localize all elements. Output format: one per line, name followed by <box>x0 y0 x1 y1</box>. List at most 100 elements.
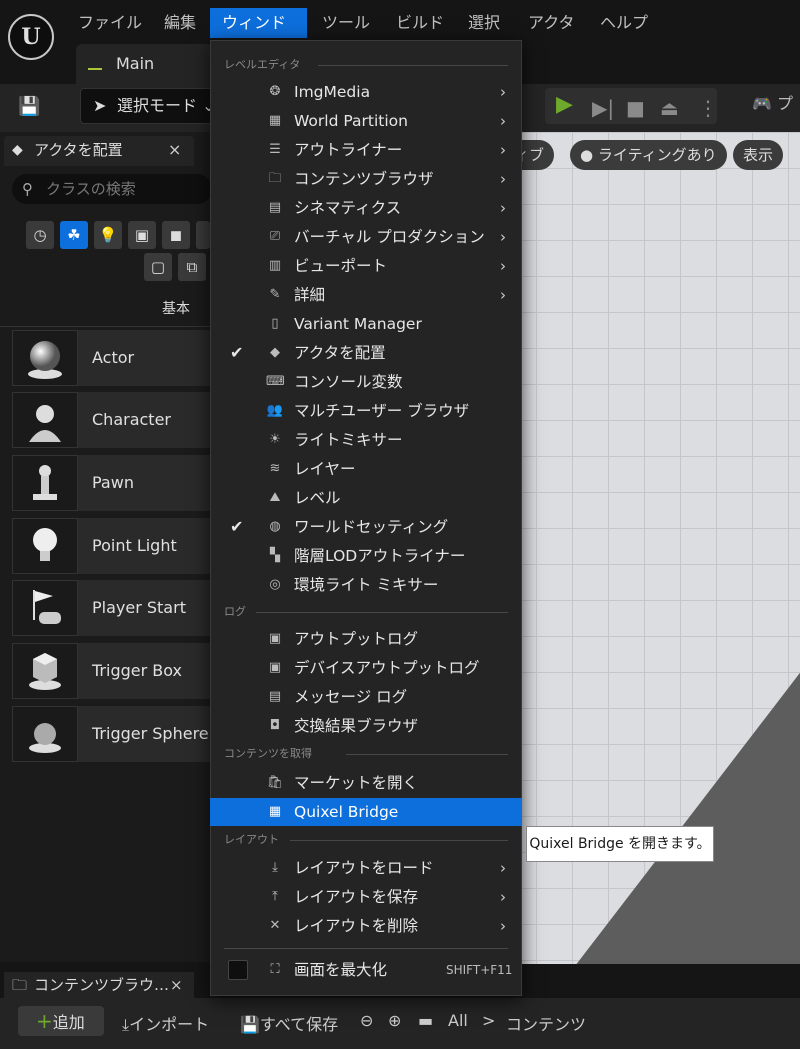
chevron-right-icon: › <box>500 228 506 246</box>
section-level-editor: レベルエディタ <box>224 58 301 71</box>
actor-label: Actor <box>92 348 135 367</box>
path-content[interactable]: コンテンツ <box>506 1011 586 1035</box>
basic-category-icon[interactable]: ☘ <box>60 221 88 249</box>
import-button[interactable]: ⤓インポート <box>122 1011 209 1035</box>
character-icon <box>12 392 78 448</box>
menu-item-virtual-production[interactable]: ⎚ バーチャル プロダクション › <box>210 223 522 251</box>
menu-item-label: 環境ライト ミキサー <box>294 576 439 594</box>
menu-item-message-log[interactable]: ▤ メッセージ ログ <box>210 683 522 711</box>
geometry-category-icon[interactable] <box>196 221 210 249</box>
hlod-icon: ▚ <box>270 548 280 563</box>
layout-load-icon: ⤓ <box>272 860 278 875</box>
menu-item-env-light-mixer[interactable]: ◎ 環境ライト ミキサー <box>210 571 522 599</box>
pawn-icon <box>12 455 78 511</box>
menu-item-console-variables[interactable]: ⌨ コンソール変数 <box>210 368 522 396</box>
menu-item-save-layout[interactable]: ⤒ レイアウトを保存 › <box>210 883 522 911</box>
lighting-mode-chip[interactable]: ● ライティングあり <box>570 140 727 170</box>
menu-item-open-marketplace[interactable]: 🛍 マーケットを開く <box>210 769 522 797</box>
show-chip[interactable]: 表示 <box>733 140 784 170</box>
menu-item-remove-layout[interactable]: ✕ レイアウトを削除 › <box>210 912 522 940</box>
forward-icon[interactable]: ⊕ <box>388 1011 401 1030</box>
platforms-button[interactable]: 🎮 プ <box>752 90 793 114</box>
save-all-button[interactable]: 💾すべて保存 <box>240 1011 338 1035</box>
content-browser-tab-label: コンテンツブラウ… <box>34 976 170 994</box>
actor-item-pawn[interactable]: Pawn <box>12 455 212 511</box>
menu-item-content-browser[interactable]: 🗀 コンテンツブラウザ › <box>210 165 522 193</box>
close-icon[interactable]: × <box>168 136 181 164</box>
place-actors-tab[interactable]: ◆ アクタを配置 × <box>4 136 194 166</box>
eject-icon[interactable]: ⏏ <box>660 96 679 120</box>
menu-select[interactable]: 選択 <box>456 8 512 38</box>
actor-item-player-start[interactable]: Player Start <box>12 580 212 636</box>
menu-item-label: アクタを配置 <box>294 344 386 362</box>
play-icon[interactable]: ▶ <box>556 92 573 117</box>
menu-item-exchange-results[interactable]: ◘ 交換結果ブラウザ <box>210 712 522 740</box>
divider <box>346 754 508 755</box>
unreal-logo-icon[interactable]: U <box>8 14 54 60</box>
mode-selector[interactable]: ➤ 選択モード ⌄ <box>80 88 220 124</box>
menu-item-maximize[interactable]: ⛶ 画面を最大化 SHIFT+F11 <box>210 956 522 984</box>
menu-item-outliner[interactable]: ☰ アウトライナー › <box>210 136 522 164</box>
menu-item-place-actors[interactable]: ✔ ◆ アクタを配置 <box>210 339 522 367</box>
menu-item-layers[interactable]: ≋ レイヤー <box>210 455 522 483</box>
outliner-icon: ☰ <box>269 142 281 157</box>
menu-actor[interactable]: アクタ <box>516 8 587 38</box>
chat-icon: ◘ <box>269 718 281 733</box>
menu-item-light-mixer[interactable]: ☀ ライトミキサー <box>210 426 522 454</box>
menu-item-hlod-outliner[interactable]: ▚ 階層LODアウトライナー <box>210 542 522 570</box>
content-browser-tab[interactable]: 🗀 コンテンツブラウ… × <box>4 972 194 998</box>
path-all[interactable]: All <box>448 1011 468 1030</box>
menu-file[interactable]: ファイル <box>66 8 154 38</box>
close-icon[interactable]: × <box>170 972 183 998</box>
add-button[interactable]: +追加 <box>18 1006 104 1036</box>
save-icon[interactable]: 💾 <box>18 96 40 118</box>
actor-item-trigger-sphere[interactable]: Trigger Sphere <box>12 706 212 762</box>
layers-icon: ≋ <box>269 461 281 476</box>
menu-tools[interactable]: ツール <box>310 8 382 38</box>
actor-label: Trigger Box <box>92 661 183 680</box>
media-icon: ❂ <box>269 84 281 99</box>
actor-item-character[interactable]: Character <box>12 392 212 448</box>
menu-build[interactable]: ビルド <box>384 8 456 38</box>
folder-search-icon: 🗀 <box>12 976 28 994</box>
visual-effects-category-icon[interactable]: ◼ <box>162 221 190 249</box>
menu-item-label: コンテンツブラウザ <box>294 170 434 188</box>
recent-icon[interactable]: ◷ <box>26 221 54 249</box>
all-classes-category-icon[interactable]: ⧉ <box>178 253 206 281</box>
menu-item-viewport[interactable]: ▥ ビューポート › <box>210 252 522 280</box>
step-icon[interactable]: ▶| <box>592 96 614 120</box>
menu-item-world-partition[interactable]: ▦ World Partition › <box>210 107 522 135</box>
chevron-right-icon: › <box>500 888 506 906</box>
menu-item-imgmedia[interactable]: ❂ ImgMedia › <box>210 78 522 106</box>
menu-item-output-log[interactable]: ▣ アウトプットログ <box>210 625 522 653</box>
actor-item-point-light[interactable]: Point Light <box>12 518 212 574</box>
actor-item-actor[interactable]: Actor <box>12 330 212 386</box>
actor-label: Point Light <box>92 536 177 555</box>
volumes-category-icon[interactable]: ▢ <box>144 253 172 281</box>
menu-item-label: コンソール変数 <box>294 373 403 391</box>
actor-item-trigger-box[interactable]: Trigger Box <box>12 643 212 699</box>
menu-item-cinematics[interactable]: ▤ シネマティクス › <box>210 194 522 222</box>
camera-icon: ⎚ <box>269 229 281 244</box>
back-icon[interactable]: ⊖ <box>360 1011 373 1030</box>
menu-item-details[interactable]: ✎ 詳細 › <box>210 281 522 309</box>
main-level-tab[interactable]: Main <box>76 44 212 84</box>
menu-item-world-settings[interactable]: ✔ ◍ ワールドセッティング <box>210 513 522 541</box>
class-search-input[interactable]: ⚲ クラスの検索 <box>12 174 212 204</box>
chevron-right-icon: › <box>500 286 506 304</box>
stop-icon[interactable]: ■ <box>626 96 645 120</box>
menu-edit[interactable]: 編集 <box>152 8 208 38</box>
menu-item-device-output-log[interactable]: ▣ デバイスアウトプットログ <box>210 654 522 682</box>
menu-item-load-layout[interactable]: ⤓ レイアウトをロード › <box>210 854 522 882</box>
cinematic-category-icon[interactable]: ▣ <box>128 221 156 249</box>
menu-item-multi-user-browser[interactable]: 👥 マルチユーザー ブラウザ <box>210 397 522 425</box>
more-options-icon[interactable]: ⋮ <box>698 96 718 120</box>
lights-category-icon[interactable]: 💡 <box>94 221 122 249</box>
menu-item-variant-manager[interactable]: ▯ Variant Manager <box>210 310 522 338</box>
chevron-right-icon: › <box>500 859 506 877</box>
menu-help[interactable]: ヘルプ <box>588 8 660 38</box>
menu-window[interactable]: ウィンドウ <box>210 8 307 62</box>
checkbox[interactable] <box>228 960 248 980</box>
menu-item-levels[interactable]: ⛰ レベル <box>210 484 522 512</box>
menu-item-quixel-bridge[interactable]: ▦ Quixel Bridge <box>210 798 522 826</box>
